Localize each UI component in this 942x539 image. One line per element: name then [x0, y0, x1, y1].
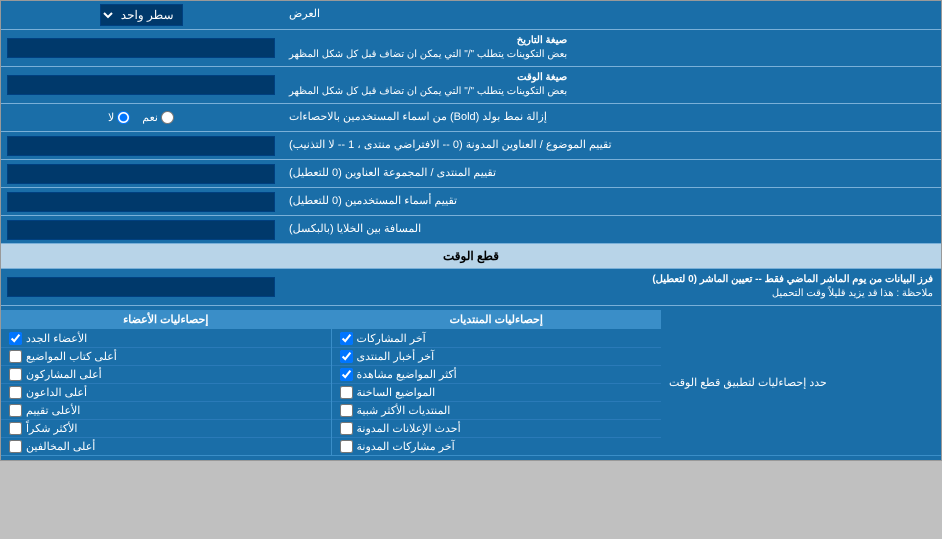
checkbox-item: أكثر المواضيع مشاهدة	[332, 366, 662, 384]
checkbox-highest-rated[interactable]	[9, 404, 22, 417]
time-format-input[interactable]: H:i	[7, 75, 275, 95]
checkbox-top-thread-starters[interactable]	[9, 350, 22, 363]
forum-usergroup-label: تقييم المنتدى / المجموعة العناوين (0 للت…	[281, 160, 941, 187]
checkbox-col-members: إحصاءليات الأعضاء الأعضاء الجدد أعلى كتا…	[1, 310, 331, 455]
checkbox-top-posters[interactable]	[9, 368, 22, 381]
checkbox-col-forums-header: إحصاءليات المنتديات	[332, 310, 662, 330]
checkbox-hot-topics[interactable]	[340, 386, 353, 399]
checkbox-top-violators[interactable]	[9, 440, 22, 453]
checkbox-item: أعلى كتاب المواضيع	[1, 348, 331, 366]
time-format-label: صيغة الوقت بعض التكوينات يتطلب "/" التي …	[281, 67, 941, 103]
cell-spacing-input-cell: 2	[1, 216, 281, 243]
checkbox-new-members[interactable]	[9, 332, 22, 345]
checkbox-blog-posts[interactable]	[340, 440, 353, 453]
checkbox-item: المنتديات الأكثر شبية	[332, 402, 662, 420]
time-cut-row: فرز البيانات من يوم الماشر الماضي فقط --…	[1, 269, 941, 306]
checkbox-item: المواضيع الساخنة	[332, 384, 662, 402]
checkbox-latest-posts[interactable]	[340, 332, 353, 345]
checkbox-item: أعلى المشاركون	[1, 366, 331, 384]
bold-remove-label: إزالة نمط بولد (Bold) من اسماء المستخدمي…	[281, 104, 941, 131]
date-format-input[interactable]: d-m	[7, 38, 275, 58]
checkbox-popular-forums[interactable]	[340, 404, 353, 417]
checkbox-col-forums: إحصاءليات المنتديات آخر المشاركات آخر أخ…	[331, 310, 662, 455]
forum-usergroup-row: تقييم المنتدى / المجموعة العناوين (0 للت…	[1, 160, 941, 188]
cell-spacing-label: المسافة بين الخلايا (بالبكسل)	[281, 216, 941, 243]
checkbox-col-members-header: إحصاءليات الأعضاء	[1, 310, 331, 330]
usernames-row: تقييم أسماء المستخدمين (0 للتعطيل) 0	[1, 188, 941, 216]
radio-no[interactable]	[117, 111, 130, 124]
usernames-input[interactable]: 0	[7, 192, 275, 212]
radio-no-label[interactable]: لا	[108, 111, 130, 124]
time-cut-input[interactable]: 0	[7, 277, 275, 297]
time-cut-header: قطع الوقت	[1, 244, 941, 269]
time-cut-label: فرز البيانات من يوم الماشر الماضي فقط --…	[281, 269, 941, 305]
display-row: العرض سطر واحد	[1, 1, 941, 30]
time-format-input-cell: H:i	[1, 67, 281, 103]
checkbox-item: أحدث الإعلانات المدونة	[332, 420, 662, 438]
checkboxes-section: حدد إحصاءليات لتطبيق قطع الوقت إحصاءليات…	[1, 306, 941, 460]
bold-remove-radio-cell: نعم لا	[1, 104, 281, 131]
checkbox-item: آخر أخبار المنتدى	[332, 348, 662, 366]
forum-usergroup-input-cell: 33	[1, 160, 281, 187]
date-format-label: صيغة التاريخ بعض التكوينات يتطلب "/" الت…	[281, 30, 941, 66]
checkbox-most-thanked[interactable]	[9, 422, 22, 435]
cell-spacing-input[interactable]: 2	[7, 220, 275, 240]
radio-yes-label[interactable]: نعم	[142, 111, 174, 124]
checkbox-item: أعلى الداعون	[1, 384, 331, 402]
checkboxes-cols: إحصاءليات المنتديات آخر المشاركات آخر أخ…	[1, 310, 661, 455]
forum-usergroup-input[interactable]: 33	[7, 164, 275, 184]
usernames-label: تقييم أسماء المستخدمين (0 للتعطيل)	[281, 188, 941, 215]
date-format-row: صيغة التاريخ بعض التكوينات يتطلب "/" الت…	[1, 30, 941, 67]
checkbox-most-viewed[interactable]	[340, 368, 353, 381]
checkbox-forum-news[interactable]	[340, 350, 353, 363]
checkbox-item: آخر المشاركات	[332, 330, 662, 348]
checkbox-item: آخر مشاركات المدونة	[332, 438, 662, 455]
checkbox-item: الأعضاء الجدد	[1, 330, 331, 348]
subject-threads-row: تقييم الموضوع / العناوين المدونة (0 -- ا…	[1, 132, 941, 160]
subject-threads-label: تقييم الموضوع / العناوين المدونة (0 -- ا…	[281, 132, 941, 159]
checkbox-item: أعلى المخالفين	[1, 438, 331, 455]
checkbox-latest-announcements[interactable]	[340, 422, 353, 435]
usernames-input-cell: 0	[1, 188, 281, 215]
date-format-input-cell: d-m	[1, 30, 281, 66]
display-input-cell: سطر واحد	[1, 1, 281, 29]
checkbox-top-inviters[interactable]	[9, 386, 22, 399]
checkbox-item: الأكثر شكراً	[1, 420, 331, 438]
apply-label: حدد إحصاءليات لتطبيق قطع الوقت	[661, 310, 941, 455]
radio-yes[interactable]	[161, 111, 174, 124]
subject-threads-input[interactable]: 33	[7, 136, 275, 156]
checkbox-item: الأعلى تقييم	[1, 402, 331, 420]
subject-threads-input-cell: 33	[1, 132, 281, 159]
cell-spacing-row: المسافة بين الخلايا (بالبكسل) 2	[1, 216, 941, 244]
time-cut-input-cell: 0	[1, 269, 281, 305]
bold-remove-row: إزالة نمط بولد (Bold) من اسماء المستخدمي…	[1, 104, 941, 132]
time-format-row: صيغة الوقت بعض التكوينات يتطلب "/" التي …	[1, 67, 941, 104]
display-label: العرض	[281, 1, 941, 29]
display-select[interactable]: سطر واحد	[100, 4, 183, 26]
